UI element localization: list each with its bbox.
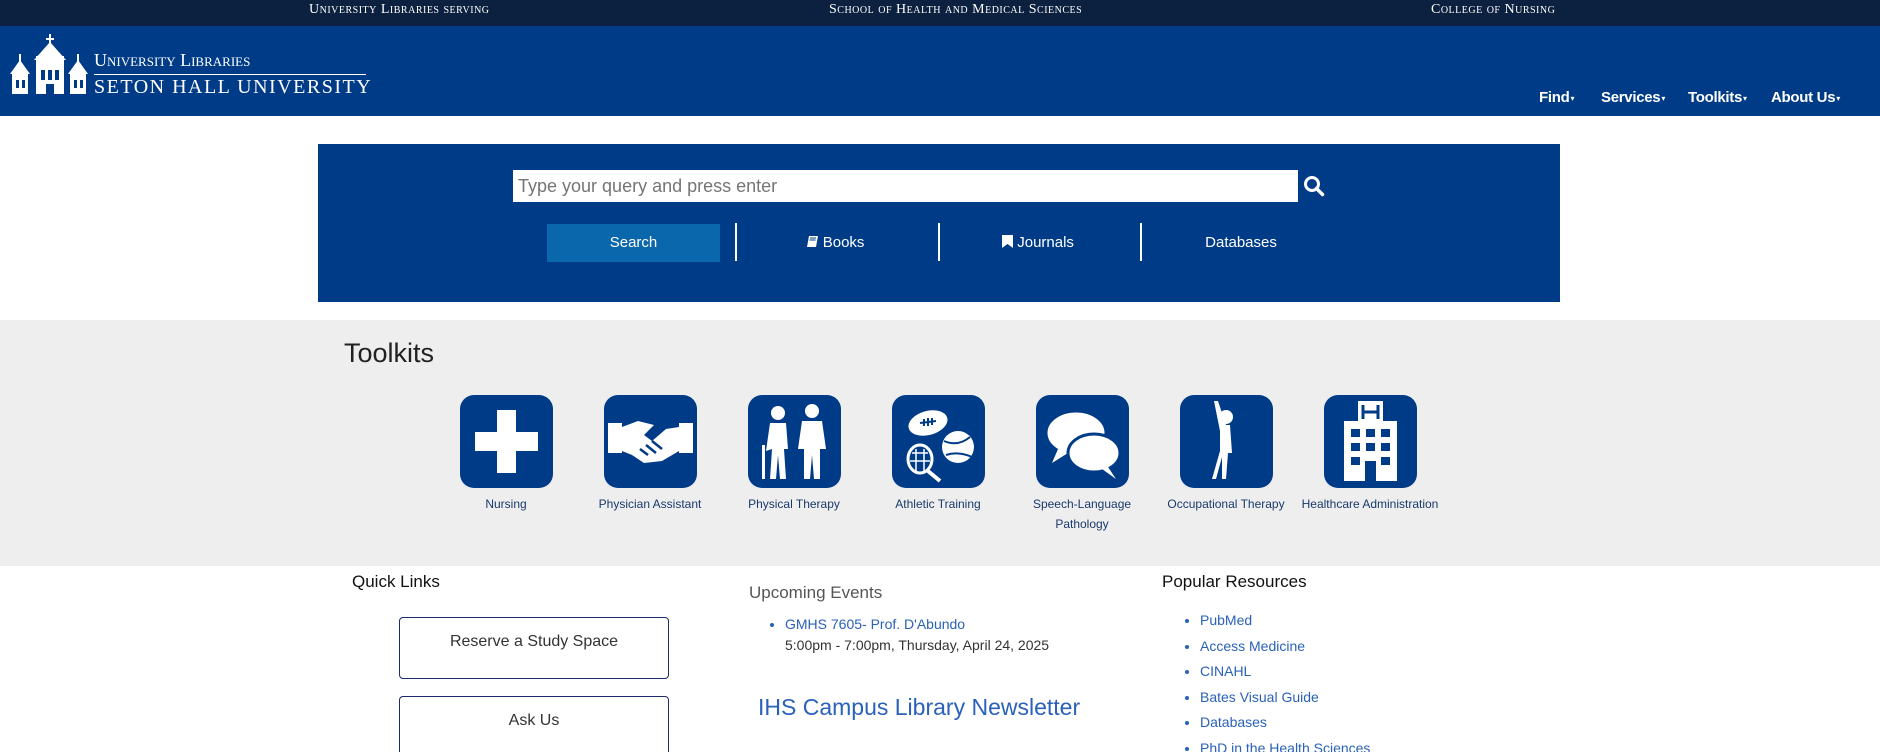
toolkit-speech-language-pathology[interactable]: Speech-Language Pathology xyxy=(1012,395,1152,534)
toolkit-nursing-label: Nursing xyxy=(485,497,527,511)
tab-journals[interactable]: Journals xyxy=(953,224,1123,262)
resource-link-bates-visual-guide[interactable]: Bates Visual Guide xyxy=(1200,688,1370,714)
top-strip-label-left: University Libraries serving xyxy=(309,2,490,17)
toolkit-occupational-therapy[interactable]: Occupational Therapy xyxy=(1156,395,1296,514)
nav-toolkits-label: Toolkits xyxy=(1688,89,1742,106)
tab-divider xyxy=(938,223,940,261)
reserve-study-space-button[interactable]: Reserve a Study Space xyxy=(399,617,669,679)
caret-down-icon: ▾ xyxy=(1570,93,1575,103)
tab-books-label: Books xyxy=(822,234,865,251)
nav-toolkits[interactable]: Toolkits▾ xyxy=(1688,89,1747,106)
tab-databases-label: Databases xyxy=(1205,234,1277,251)
search-icon[interactable] xyxy=(1303,175,1325,197)
upcoming-events-heading: Upcoming Events xyxy=(749,583,883,602)
toolkit-nursing[interactable]: Nursing xyxy=(436,395,576,514)
toolkit-physical-therapy[interactable]: Physical Therapy xyxy=(724,395,864,514)
tab-search-label: Search xyxy=(609,234,658,251)
tab-search[interactable]: Search xyxy=(547,224,720,262)
ask-us-label: Ask Us xyxy=(508,712,560,729)
nav-about-us-label: About Us xyxy=(1771,89,1836,106)
search-input[interactable] xyxy=(513,170,1298,202)
nav-services-label: Services xyxy=(1601,89,1661,106)
book-icon xyxy=(806,225,819,247)
hospital-building-icon xyxy=(1323,395,1417,488)
sports-balls-icon xyxy=(891,395,985,488)
quick-links-heading: Quick Links xyxy=(352,572,440,591)
handshake-icon xyxy=(603,395,697,488)
speech-bubbles-icon xyxy=(1035,395,1129,488)
caret-down-icon: ▾ xyxy=(1743,93,1747,103)
search-panel: Search Books Journals Databases xyxy=(318,144,1560,302)
resource-link-access-medicine[interactable]: Access Medicine xyxy=(1200,637,1370,663)
stretching-person-icon xyxy=(1179,395,1273,488)
resource-link-pubmed[interactable]: PubMed xyxy=(1200,611,1370,637)
resource-link-phd-health-sciences[interactable]: PhD in the Health Sciences xyxy=(1200,739,1370,752)
tab-journals-label: Journals xyxy=(1017,234,1074,251)
event-link[interactable]: GMHS 7605- Prof. D'Abundo xyxy=(785,616,1049,632)
nav-about-us[interactable]: About Us▾ xyxy=(1771,89,1840,106)
caret-down-icon: ▾ xyxy=(1836,93,1840,103)
walking-assist-icon xyxy=(747,395,841,488)
reserve-study-space-label: Reserve a Study Space xyxy=(449,633,619,650)
tab-books[interactable]: Books xyxy=(750,224,920,262)
ask-us-button[interactable]: Ask Us xyxy=(399,696,669,752)
logo-text-libraries: University Libraries xyxy=(94,50,251,70)
logo-divider xyxy=(94,74,366,75)
university-logo[interactable]: University Libraries SETON HALL UNIVERSI… xyxy=(10,34,373,98)
toolkit-healthcare-administration-label: Healthcare Administration xyxy=(1301,497,1439,511)
toolkit-athletic-training[interactable]: Athletic Training xyxy=(868,395,1008,514)
tab-divider xyxy=(735,223,737,261)
top-strip-label-center: School of Health and Medical Sciences xyxy=(829,2,1083,17)
top-strip-label-right: College of Nursing xyxy=(1431,2,1556,17)
top-strip: University Libraries serving School of H… xyxy=(0,0,1880,26)
bookmark-icon xyxy=(1002,225,1014,248)
toolkit-physician-assistant-label: Physician Assistant xyxy=(598,497,702,511)
popular-resources-list: PubMed Access Medicine CINAHL Bates Visu… xyxy=(1200,611,1370,752)
caret-down-icon: ▾ xyxy=(1661,93,1666,103)
medical-cross-icon xyxy=(459,395,553,488)
seton-hall-building-icon xyxy=(10,34,88,94)
toolkit-physician-assistant[interactable]: Physician Assistant xyxy=(580,395,720,514)
toolkit-occupational-therapy-label: Occupational Therapy xyxy=(1167,497,1285,511)
resource-link-cinahl[interactable]: CINAHL xyxy=(1200,662,1370,688)
nav-find[interactable]: Find▾ xyxy=(1539,89,1574,106)
nav-find-label: Find xyxy=(1539,89,1570,106)
tab-databases[interactable]: Databases xyxy=(1156,224,1326,262)
resource-link-databases[interactable]: Databases xyxy=(1200,713,1370,739)
nav-services[interactable]: Services▾ xyxy=(1601,89,1665,106)
toolkits-heading: Toolkits xyxy=(344,338,435,368)
popular-resources-heading: Popular Resources xyxy=(1162,572,1307,591)
newsletter-link[interactable]: IHS Campus Library Newsletter xyxy=(758,694,1080,721)
toolkits-section: Toolkits Nursing Physician Assistant Phy… xyxy=(0,320,1880,566)
tab-divider xyxy=(1140,223,1142,261)
event-time: 5:00pm - 7:00pm, Thursday, April 24, 202… xyxy=(785,637,1050,653)
events-list: GMHS 7605- Prof. D'Abundo 5:00pm - 7:00p… xyxy=(785,616,1049,653)
toolkit-healthcare-administration[interactable]: Healthcare Administration xyxy=(1300,395,1440,514)
site-header: University Libraries SETON HALL UNIVERSI… xyxy=(0,26,1880,116)
toolkit-speech-language-pathology-label: Speech-Language Pathology xyxy=(1032,497,1132,531)
logo-text-university: SETON HALL UNIVERSITY xyxy=(94,76,373,98)
toolkit-athletic-training-label: Athletic Training xyxy=(895,497,981,511)
toolkit-physical-therapy-label: Physical Therapy xyxy=(748,497,840,511)
